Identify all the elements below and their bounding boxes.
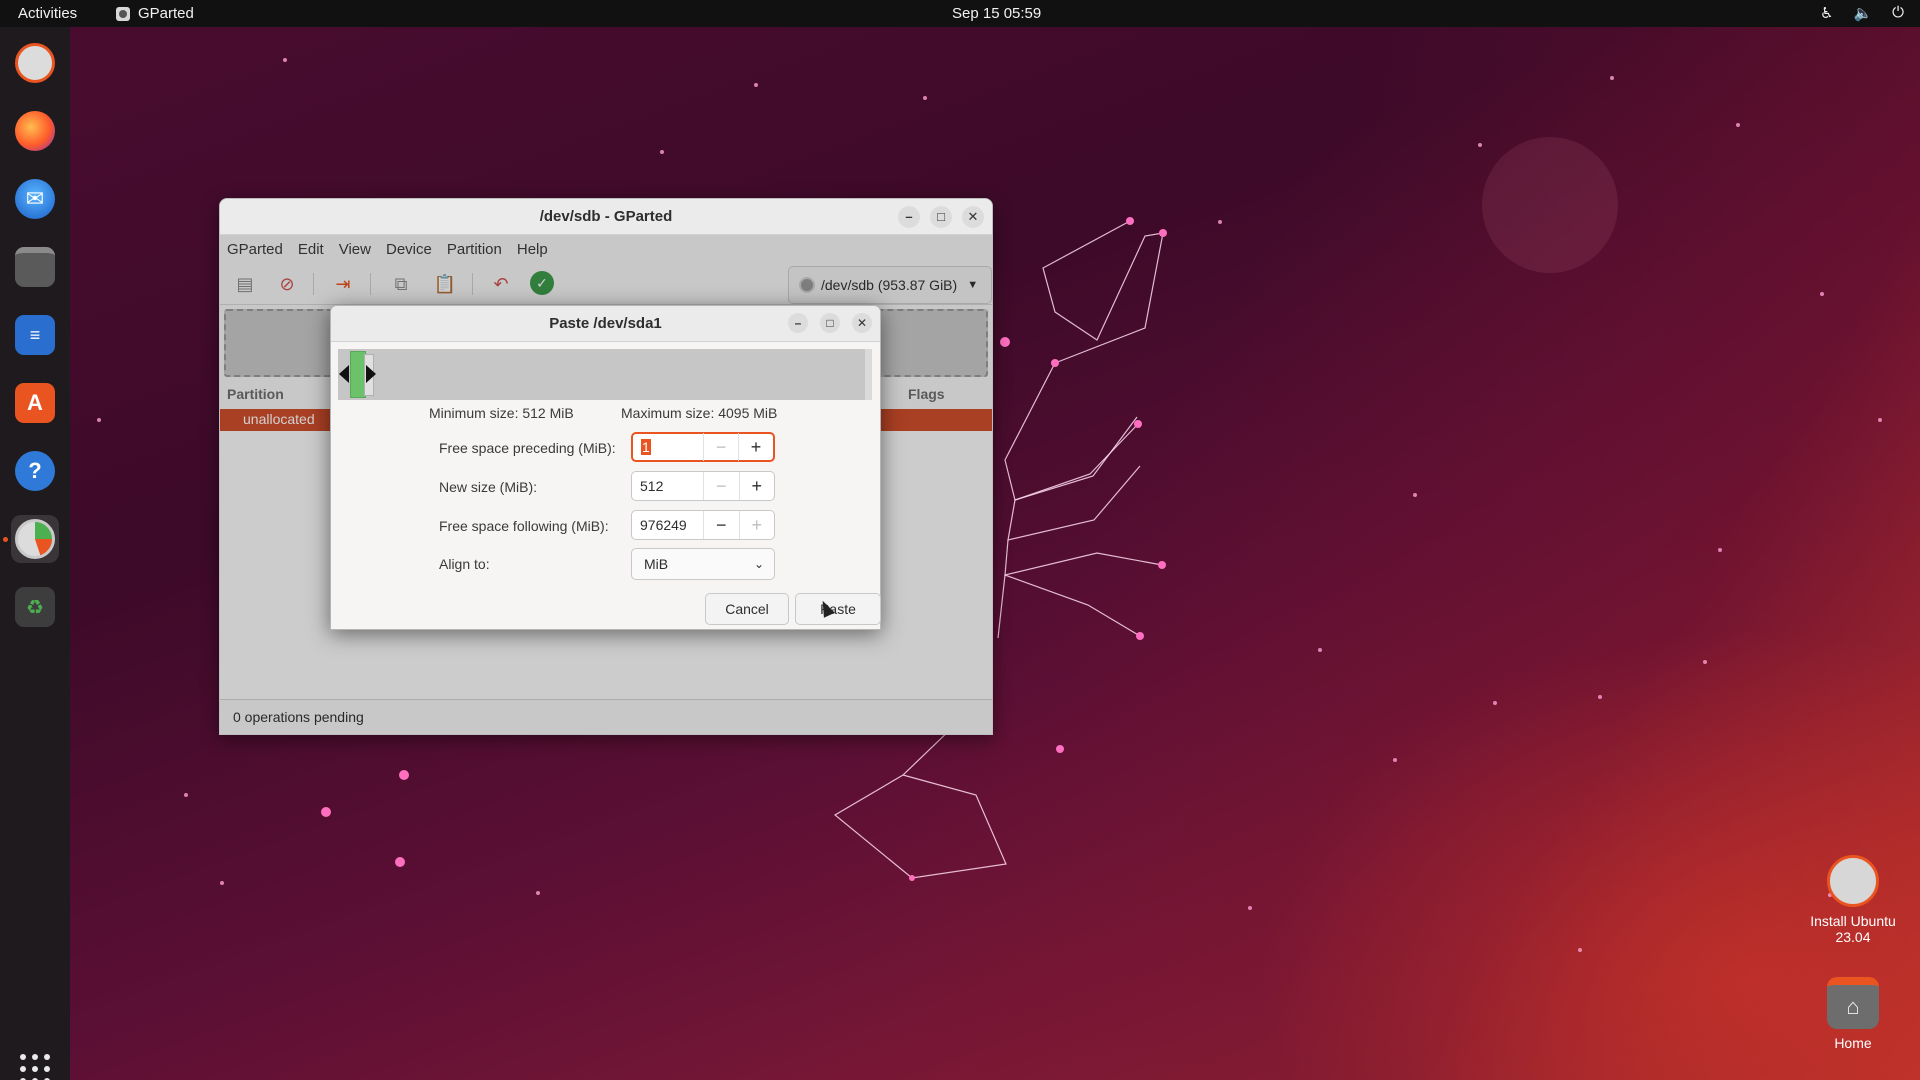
new-size-spinner[interactable]: 512 − +	[631, 471, 775, 501]
arrow-right-icon[interactable]	[366, 365, 376, 383]
new-size-input[interactable]: 512	[632, 478, 703, 494]
gparted-small-icon	[116, 6, 130, 21]
decrement-button[interactable]: −	[703, 433, 738, 461]
firefox-icon[interactable]	[11, 107, 59, 155]
partition-resizer[interactable]	[338, 349, 872, 400]
dock: ✉ ≡ A ? ♻	[0, 27, 70, 1080]
install-ubuntu-version: 23.04	[1835, 929, 1871, 945]
free-space-following-spinner[interactable]: 976249 − +	[631, 510, 775, 540]
close-icon[interactable]: ✕	[852, 313, 872, 333]
align-to-dropdown[interactable]: MiB ⌄	[631, 548, 775, 580]
cancel-button[interactable]: Cancel	[705, 593, 789, 625]
close-icon[interactable]: ✕	[962, 206, 984, 228]
dialog-titlebar[interactable]: Paste /dev/sda1 – □ ✕	[331, 306, 880, 342]
free-space-following-input[interactable]: 976249	[632, 517, 703, 533]
ubuntu-installer-icon[interactable]	[11, 39, 59, 87]
decrement-button[interactable]: −	[703, 472, 738, 500]
show-apps-icon[interactable]	[20, 1054, 50, 1080]
maximum-size-label: Maximum size: 4095 MiB	[621, 405, 778, 421]
free-space-preceding-label: Free space preceding (MiB):	[439, 440, 616, 456]
paste-dialog: Paste /dev/sda1 – □ ✕ Minimum size: 512 …	[330, 305, 881, 630]
clock[interactable]: Sep 15 05:59	[952, 5, 1041, 22]
install-ubuntu-label: Install Ubuntu	[1810, 913, 1896, 929]
volume-icon[interactable]: 🔈	[1853, 4, 1872, 22]
dialog-title: Paste /dev/sda1	[549, 315, 662, 332]
app-menu[interactable]: GParted	[116, 5, 194, 22]
align-to-label: Align to:	[439, 556, 490, 572]
free-space-preceding-input[interactable]: 1	[633, 439, 703, 455]
install-ubuntu-desktop-icon[interactable]: Install Ubuntu 23.04	[1798, 855, 1908, 945]
free-space-preceding-spinner[interactable]: 1 − +	[631, 432, 775, 462]
chevron-down-icon: ⌄	[753, 557, 764, 571]
trash-icon[interactable]: ♻	[11, 583, 59, 631]
app-center-icon[interactable]: A	[11, 379, 59, 427]
thunderbird-icon[interactable]: ✉	[11, 175, 59, 223]
new-size-label: New size (MiB):	[439, 479, 538, 495]
home-label: Home	[1834, 1035, 1872, 1051]
home-desktop-icon[interactable]: ⌂ Home	[1798, 977, 1908, 1051]
home-folder-icon: ⌂	[1827, 977, 1879, 1029]
increment-button[interactable]: +	[738, 511, 774, 539]
window-titlebar[interactable]: /dev/sdb - GParted – □ ✕	[220, 199, 992, 235]
files-icon[interactable]	[11, 243, 59, 291]
free-space-following-label: Free space following (MiB):	[439, 518, 609, 534]
minimum-size-label: Minimum size: 512 MiB	[429, 405, 574, 421]
power-icon[interactable]: ⏻	[1892, 4, 1904, 22]
increment-button[interactable]: +	[738, 472, 774, 500]
top-bar: Activities GParted Sep 15 05:59 ♿ 🔈 ⏻	[0, 0, 1920, 27]
system-tray[interactable]: ♿ 🔈 ⏻	[1820, 4, 1904, 22]
maximize-icon[interactable]: □	[820, 313, 840, 333]
activities-button[interactable]: Activities	[18, 5, 77, 22]
running-indicator	[3, 537, 8, 542]
paste-button[interactable]: Paste	[795, 593, 881, 625]
app-menu-label: GParted	[138, 5, 194, 22]
help-icon[interactable]: ?	[11, 447, 59, 495]
maximize-icon[interactable]: □	[930, 206, 952, 228]
minimize-icon[interactable]: –	[788, 313, 808, 333]
gparted-icon[interactable]	[11, 515, 59, 563]
libreoffice-writer-icon[interactable]: ≡	[11, 311, 59, 359]
arrow-left-icon[interactable]	[339, 365, 349, 383]
accessibility-icon[interactable]: ♿	[1820, 4, 1833, 22]
increment-button[interactable]: +	[738, 433, 773, 461]
window-title: /dev/sdb - GParted	[539, 208, 673, 225]
align-to-value: MiB	[644, 556, 669, 572]
minimize-icon[interactable]: –	[898, 206, 920, 228]
installer-icon	[1827, 855, 1879, 907]
decrement-button[interactable]: −	[703, 511, 738, 539]
